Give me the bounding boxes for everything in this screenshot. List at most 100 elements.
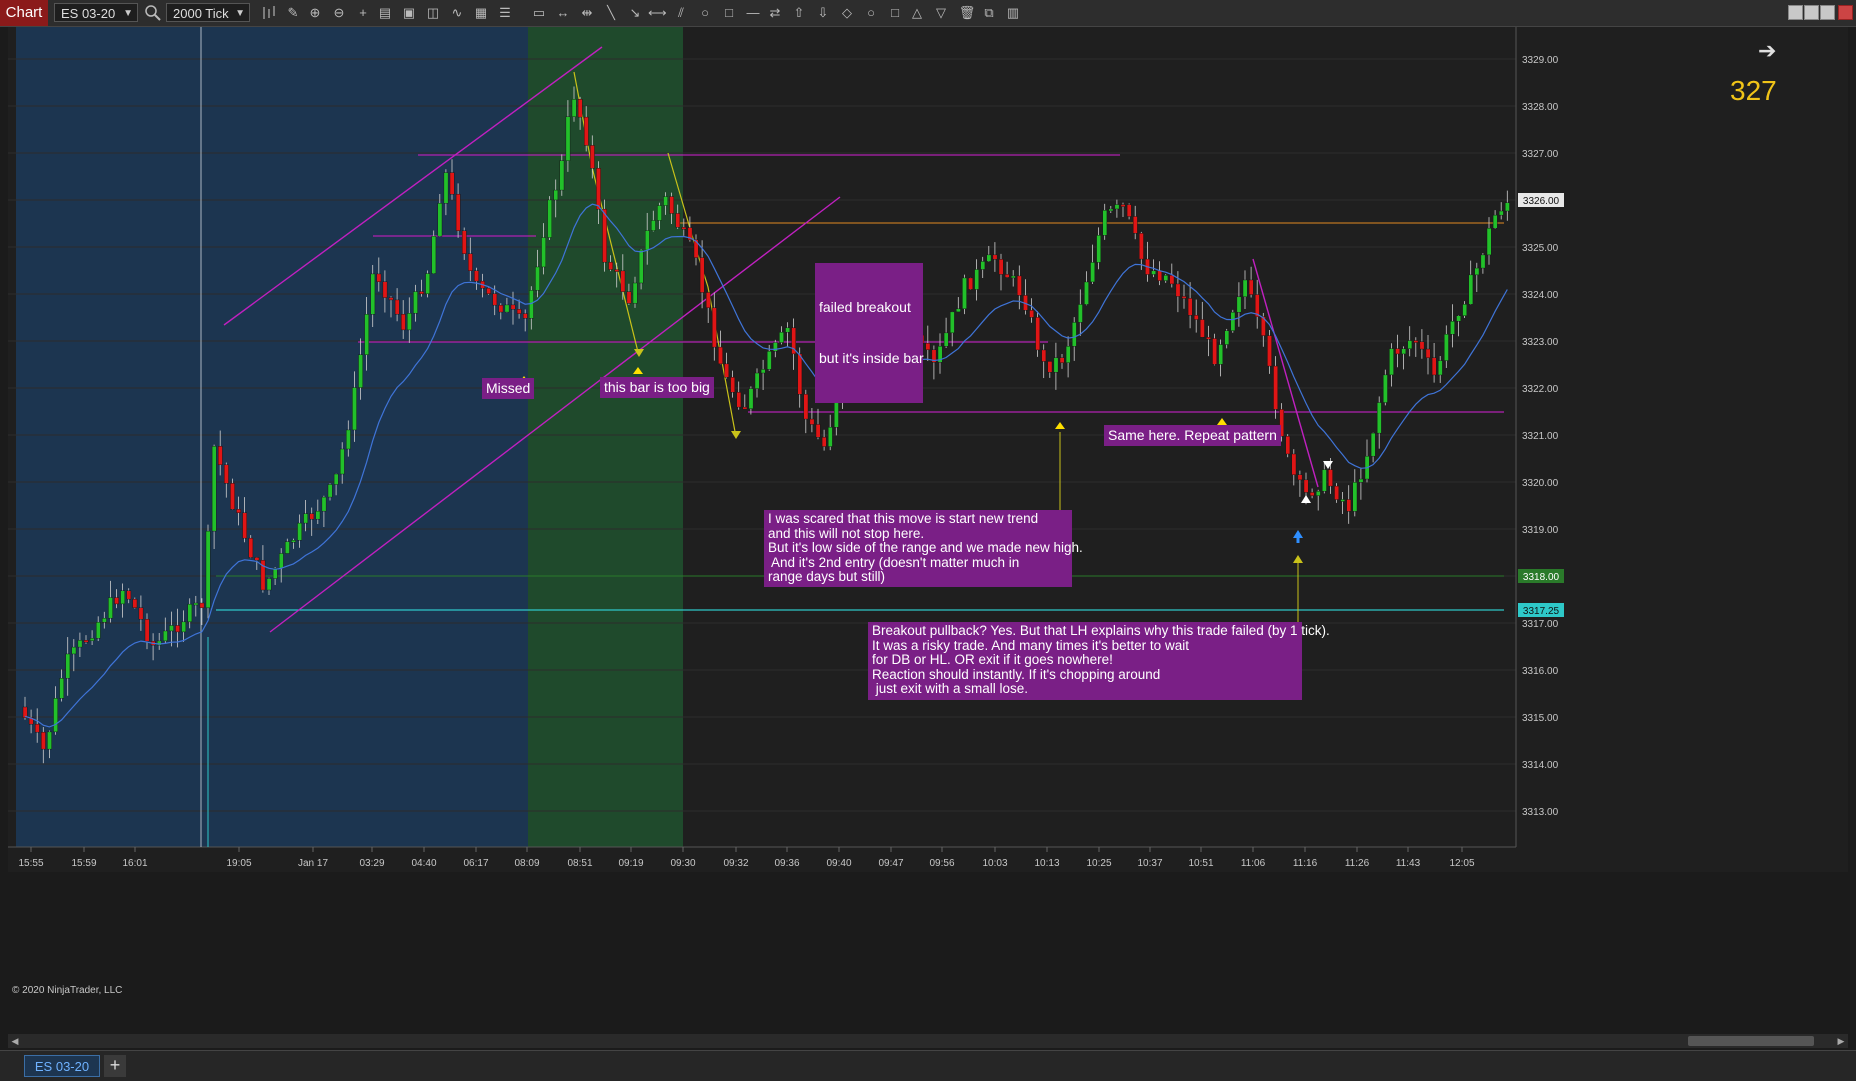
up-candle <box>1114 204 1120 210</box>
down-candle <box>510 304 516 310</box>
down-candle <box>419 291 424 295</box>
clipboard-icon[interactable]: ▥ <box>1004 4 1022 22</box>
note-bar-too-big[interactable]: this bar is too big <box>600 377 714 398</box>
note-failed-breakout[interactable]: failed breakout but it's inside bar <box>815 263 924 403</box>
down-candle <box>797 353 803 395</box>
up-candle <box>1505 202 1510 212</box>
down-candle <box>388 297 394 301</box>
crosshair-icon[interactable]: + <box>354 4 372 22</box>
up-candle <box>1462 304 1467 316</box>
up-candle <box>760 369 766 374</box>
bar-style-icon[interactable] <box>260 4 278 22</box>
up-candle <box>71 646 77 655</box>
restore-window-icon[interactable] <box>1788 5 1803 20</box>
down-candle <box>1395 348 1400 355</box>
scrollbar-thumb[interactable] <box>1688 1036 1814 1046</box>
close-window-icon[interactable] <box>1838 5 1853 20</box>
up-candle <box>828 427 833 447</box>
dot-icon[interactable]: ○ <box>862 4 880 22</box>
up-candle <box>1230 312 1236 331</box>
scroll-to-latest-icon[interactable]: ➔ <box>1758 38 1776 64</box>
down-candle <box>699 257 705 293</box>
price-label: 3322.00 <box>1522 384 1559 395</box>
up-candle <box>1456 315 1461 322</box>
down-candle <box>815 424 821 438</box>
indicators-icon[interactable]: ∿ <box>448 4 466 22</box>
down-candle <box>1212 338 1217 365</box>
maximize-window-icon[interactable] <box>1820 5 1835 20</box>
price-label: 3315.00 <box>1522 713 1559 724</box>
triangle-down-icon[interactable]: ▽ <box>932 4 950 22</box>
up-candle <box>297 522 302 541</box>
risk-reward-icon[interactable]: ↔ <box>554 4 572 22</box>
up-candle <box>65 653 71 679</box>
ellipse-icon[interactable]: ○ <box>696 4 714 22</box>
note-same-here[interactable]: Same here. Repeat pattern <box>1104 425 1281 446</box>
templates-icon[interactable]: ▣ <box>400 4 418 22</box>
price-label: 3321.00 <box>1522 431 1559 442</box>
up-candle <box>120 590 125 605</box>
time-label: 10:13 <box>1034 858 1059 869</box>
chart-canvas[interactable]: 3329.00 3328.00 3327.00 3325.00 3324.00 3323.… <box>8 27 1848 872</box>
note-breakout-pullback[interactable]: Breakout pullback? Yes. But that LH expl… <box>868 622 1330 700</box>
ruler-icon[interactable]: ▭ <box>530 4 548 22</box>
properties-icon[interactable]: ▤ <box>376 4 394 22</box>
price-label: 3314.00 <box>1522 760 1559 771</box>
up-candle <box>47 731 52 750</box>
time-label: 06:17 <box>463 858 488 869</box>
line-icon[interactable]: ╲ <box>602 4 620 22</box>
time-label: 09:36 <box>774 858 799 869</box>
time-label: 08:51 <box>567 858 592 869</box>
up-candle <box>1151 270 1156 275</box>
down-candle <box>41 731 46 750</box>
strategies-icon[interactable]: ◫ <box>424 4 442 22</box>
tile-window-icon[interactable] <box>1804 5 1819 20</box>
triangle-up-icon[interactable]: △ <box>908 4 926 22</box>
search-icon[interactable] <box>144 4 162 22</box>
zoom-in-icon[interactable]: ⊕ <box>306 4 324 22</box>
bar-type-value: 2000 Tick <box>173 6 229 21</box>
down-candle <box>620 270 626 292</box>
up-candle <box>1096 235 1101 263</box>
up-candle <box>1011 275 1016 279</box>
horizontal-scrollbar[interactable]: ◀ ▶ <box>8 1034 1848 1048</box>
channel-icon[interactable]: ⫽ <box>672 4 690 22</box>
note-missed[interactable]: Missed <box>482 378 535 399</box>
ray-icon[interactable]: ↘ <box>626 4 644 22</box>
price-label: 3328.00 <box>1522 102 1559 113</box>
add-tab-button[interactable]: + <box>104 1055 126 1077</box>
arrow-left-right-icon[interactable]: ⇄ <box>766 4 784 22</box>
up-candle <box>1370 432 1376 457</box>
down-candle <box>1132 216 1138 234</box>
price-chart[interactable]: 3329.00 3328.00 3327.00 3325.00 3324.00 3323.… <box>8 27 1848 872</box>
trash-icon[interactable]: 🗑 <box>958 4 976 22</box>
data-box-icon[interactable]: ☰ <box>496 4 514 22</box>
instrument-selector[interactable]: ES 03-20 ▼ <box>54 3 138 22</box>
tab-es-03-20[interactable]: ES 03-20 <box>24 1055 100 1077</box>
up-candle <box>321 496 327 512</box>
up-candle <box>529 290 534 319</box>
chart-trader-icon[interactable]: ▦ <box>472 4 490 22</box>
down-candle <box>1419 341 1425 350</box>
square-icon[interactable]: □ <box>886 4 904 22</box>
down-candle <box>1187 298 1193 316</box>
down-candle <box>1297 474 1303 481</box>
rectangle-icon[interactable]: □ <box>720 4 738 22</box>
horizontal-line-icon[interactable]: — <box>744 4 762 22</box>
pencil-icon[interactable]: ✎ <box>284 4 302 22</box>
diamond-icon[interactable]: ◇ <box>838 4 856 22</box>
note-scared-new-trend[interactable]: I was scared that this move is start new… <box>764 510 1083 587</box>
up-candle <box>1389 348 1394 376</box>
up-candle <box>370 273 376 315</box>
scroll-right-icon[interactable]: ▶ <box>1834 1034 1848 1048</box>
zoom-out-icon[interactable]: ⊖ <box>330 4 348 22</box>
copy-icon[interactable]: ⧉ <box>980 4 998 22</box>
bar-type-selector[interactable]: 2000 Tick ▼ <box>166 3 250 22</box>
arrow-down-icon[interactable]: ⇩ <box>814 4 832 22</box>
up-candle <box>1163 275 1169 281</box>
arrow-up-icon[interactable]: ⇧ <box>790 4 808 22</box>
price-range-icon[interactable]: ⇹ <box>578 4 596 22</box>
scroll-left-icon[interactable]: ◀ <box>8 1034 22 1048</box>
down-candle <box>1035 317 1040 351</box>
extended-line-icon[interactable]: ⟷ <box>648 4 667 22</box>
